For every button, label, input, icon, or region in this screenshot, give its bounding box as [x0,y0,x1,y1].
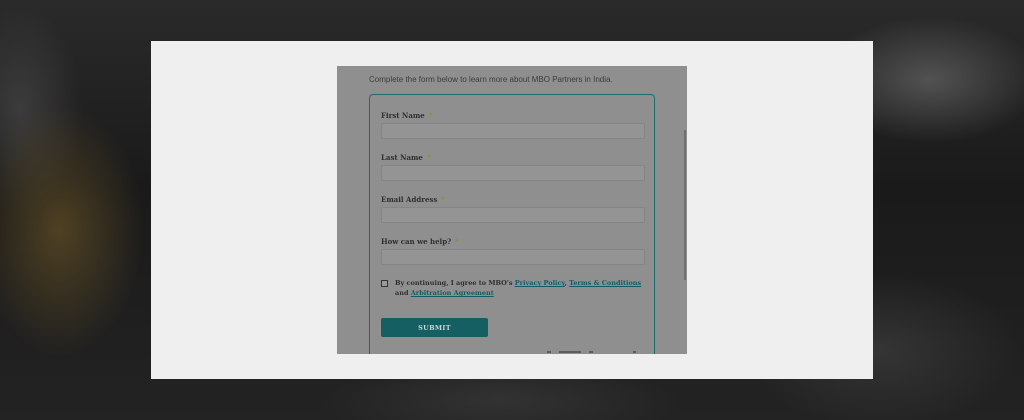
modal-dialog: Complete the form below to learn more ab… [151,41,873,379]
required-marker: * [455,237,459,246]
first-name-input[interactable] [381,123,645,139]
form-intro-text: Complete the form below to learn more ab… [369,75,613,84]
email-address-input[interactable] [381,207,645,223]
email-address-label: Email Address * [381,195,445,204]
contact-form: First Name * Last Name * Email Address * Ho… [369,94,655,354]
arbitration-agreement-link[interactable]: Arbitration Agreement [411,289,494,297]
last-name-label: Last Name * [381,153,431,162]
consent-text: By continuing, I agree to MBO's Privacy … [395,279,642,297]
required-marker: * [428,111,433,120]
form-panel: Complete the form below to learn more ab… [337,66,687,354]
consent-checkbox[interactable] [381,280,388,287]
help-question-input[interactable] [381,249,645,265]
submit-button[interactable]: SUBMIT [381,318,488,337]
bottom-divider-marks [547,351,637,354]
required-marker: * [426,153,431,162]
required-marker: * [441,195,445,204]
help-question-label: How can we help? * [381,237,459,246]
scrollbar[interactable] [684,130,686,280]
first-name-label: First Name * [381,111,433,120]
privacy-policy-link[interactable]: Privacy Policy [515,279,565,287]
last-name-input[interactable] [381,165,645,181]
terms-conditions-link[interactable]: Terms & Conditions [569,279,641,287]
